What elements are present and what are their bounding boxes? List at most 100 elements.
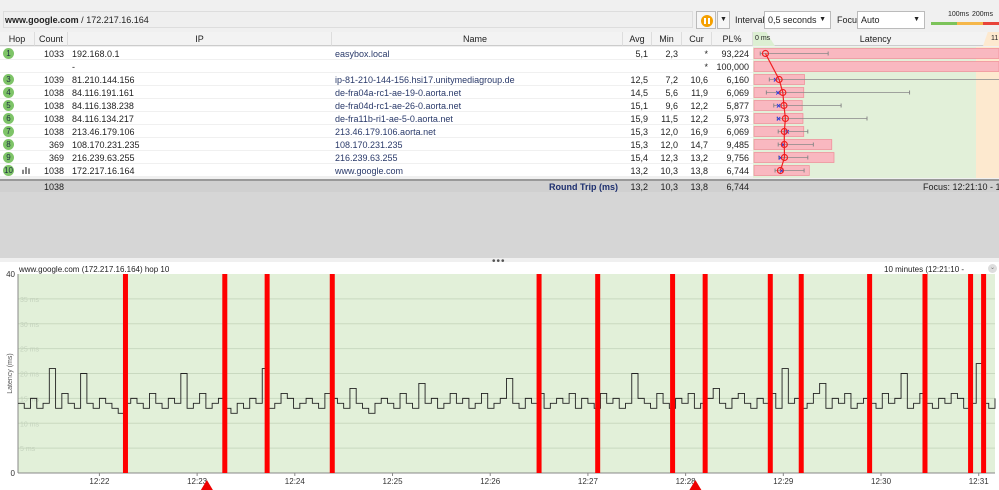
packet-loss-bar <box>922 274 928 473</box>
hop-name: de-fra04a-rc1-ae-19-0.aorta.net <box>335 88 462 98</box>
hop-min: 7,2 <box>665 75 678 85</box>
hop-pl: 6,069 <box>726 88 749 98</box>
hop-cur: 12,2 <box>690 101 708 111</box>
hop-ip: 84.116.138.238 <box>72 101 134 111</box>
x-tick-label: 12:30 <box>871 477 892 486</box>
hop-pl: 9,485 <box>726 140 749 150</box>
hop-avg: 12,5 <box>630 75 648 85</box>
col-name[interactable]: Name <box>332 32 623 46</box>
col-avg[interactable]: Avg <box>623 32 652 46</box>
hop-name: ip-81-210-144-156.hsi17.unitymediagroup.… <box>335 75 515 85</box>
x-tick-label: 12:26 <box>480 477 501 486</box>
hop-pl: 6,160 <box>726 75 749 85</box>
packet-loss-bar <box>122 274 128 473</box>
summary-label: Round Trip (ms) <box>549 182 618 192</box>
hop-avg: 14,5 <box>630 88 648 98</box>
hop-count: 1033 <box>43 49 64 59</box>
hop-cur: 11,9 <box>691 88 708 98</box>
col-ip[interactable]: IP <box>68 32 332 46</box>
hop-pl: 100,000 <box>716 62 749 72</box>
col-cur[interactable]: Cur <box>682 32 712 46</box>
summary-cur: 13,8 <box>690 182 708 192</box>
x-tick-label: 12:31 <box>969 477 990 486</box>
y-tick-label: 0 <box>11 469 16 478</box>
hop-number-badge: 6 <box>3 113 14 124</box>
x-tick-label: 12:25 <box>383 477 404 486</box>
hop-name: 213.46.179.106.aorta.net <box>335 127 436 137</box>
hop-avg: 15,9 <box>630 114 648 124</box>
hop-ip: 84.116.134.217 <box>72 114 134 124</box>
y-tick-label: 40 <box>6 270 15 279</box>
interval-label: Interval <box>735 15 765 25</box>
hop-min: 11,5 <box>661 114 678 124</box>
hop-count: 1038 <box>43 101 64 111</box>
hop-pl: 93,224 <box>721 49 749 59</box>
packet-loss-bar <box>329 274 335 473</box>
hop-count: 369 <box>48 140 64 150</box>
latency-zero-label: 0 ms <box>755 35 771 42</box>
pause-dropdown-button[interactable]: ▼ <box>717 11 730 29</box>
focus-select[interactable]: Auto ▼ <box>857 11 925 29</box>
timeline-chart: 5 ms10 ms15 ms20 ms25 ms30 ms35 ms040Lat… <box>6 270 996 490</box>
hop-pl: 5,973 <box>726 114 749 124</box>
scale-good <box>931 22 957 25</box>
empty-pane <box>0 192 999 258</box>
x-tick-label: 12:27 <box>578 477 599 486</box>
col-pl[interactable]: PL% <box>712 32 753 46</box>
x-tick-label: 12:24 <box>285 477 306 486</box>
hop-count: 1038 <box>43 166 64 176</box>
hop-cur: 10,6 <box>690 75 708 85</box>
grid-label: 35 ms <box>20 297 40 304</box>
scale-bad <box>983 22 999 25</box>
hop-count: 369 <box>48 153 64 163</box>
graph-icon[interactable] <box>22 167 30 174</box>
interval-value: 0,5 seconds <box>768 15 817 25</box>
target-host: www.google.com <box>5 15 79 25</box>
hop-number-badge: 1 <box>3 48 14 59</box>
grid-label: 25 ms <box>20 347 40 354</box>
hop-name: 108.170.231.235 <box>335 140 403 150</box>
hop-count: 1038 <box>43 114 64 124</box>
latency-graph: ×××××××× <box>753 48 999 176</box>
x-tick-label: 12:22 <box>89 477 110 486</box>
hop-avg: 15,3 <box>630 140 648 150</box>
latency-max-label: 11 <box>991 35 999 42</box>
focus-value: Auto <box>861 15 880 25</box>
hop-avg: 13,2 <box>630 166 648 176</box>
hop-ip: 84.116.191.161 <box>72 88 134 98</box>
pause-icon <box>701 15 713 27</box>
latency-header-label: Latency <box>859 34 892 44</box>
toolbar: www.google.com / 172.217.16.164 ▼ Interv… <box>0 10 999 30</box>
col-count[interactable]: Count <box>35 32 68 46</box>
summary-row: 1038 Round Trip (ms) 13,2 10,3 13,8 6,74… <box>0 179 999 192</box>
interval-select[interactable]: 0,5 seconds ▼ <box>764 11 831 29</box>
packet-loss-bar <box>670 274 676 473</box>
hop-cur: 14,7 <box>690 140 708 150</box>
hop-number-badge: 9 <box>3 152 14 163</box>
hop-number-badge: 5 <box>3 100 14 111</box>
col-latency[interactable]: 0 ms Latency 11 <box>753 32 999 46</box>
current-latency-marker: × <box>776 115 781 124</box>
y-axis-label: Latency (ms) <box>7 353 14 393</box>
hop-number-badge: 7 <box>3 126 14 137</box>
hop-min: 12,3 <box>660 153 678 163</box>
packet-loss-bar <box>981 274 987 473</box>
hop-avg: 15,1 <box>630 101 648 111</box>
summary-avg: 13,2 <box>630 182 648 192</box>
hop-min: 9,6 <box>665 101 678 111</box>
chevron-down-icon: ▼ <box>819 16 826 23</box>
col-min[interactable]: Min <box>652 32 682 46</box>
x-tick-label: 12:29 <box>773 477 794 486</box>
grid-label: 20 ms <box>20 372 40 379</box>
packet-loss-bar <box>702 274 708 473</box>
packet-loss-bar <box>222 274 228 473</box>
hop-name: de-fra11b-ri1-ae-5-0.aorta.net <box>335 114 453 124</box>
col-hop[interactable]: Hop <box>0 32 35 46</box>
packet-loss-bar <box>968 274 974 473</box>
target-breadcrumb: www.google.com / 172.217.16.164 <box>3 11 693 28</box>
packet-loss-bar <box>867 274 873 473</box>
target-ip: 172.217.16.164 <box>86 15 149 25</box>
pause-button[interactable] <box>696 11 716 29</box>
scale-warn <box>957 22 983 25</box>
hop-min: 12,0 <box>660 127 678 137</box>
